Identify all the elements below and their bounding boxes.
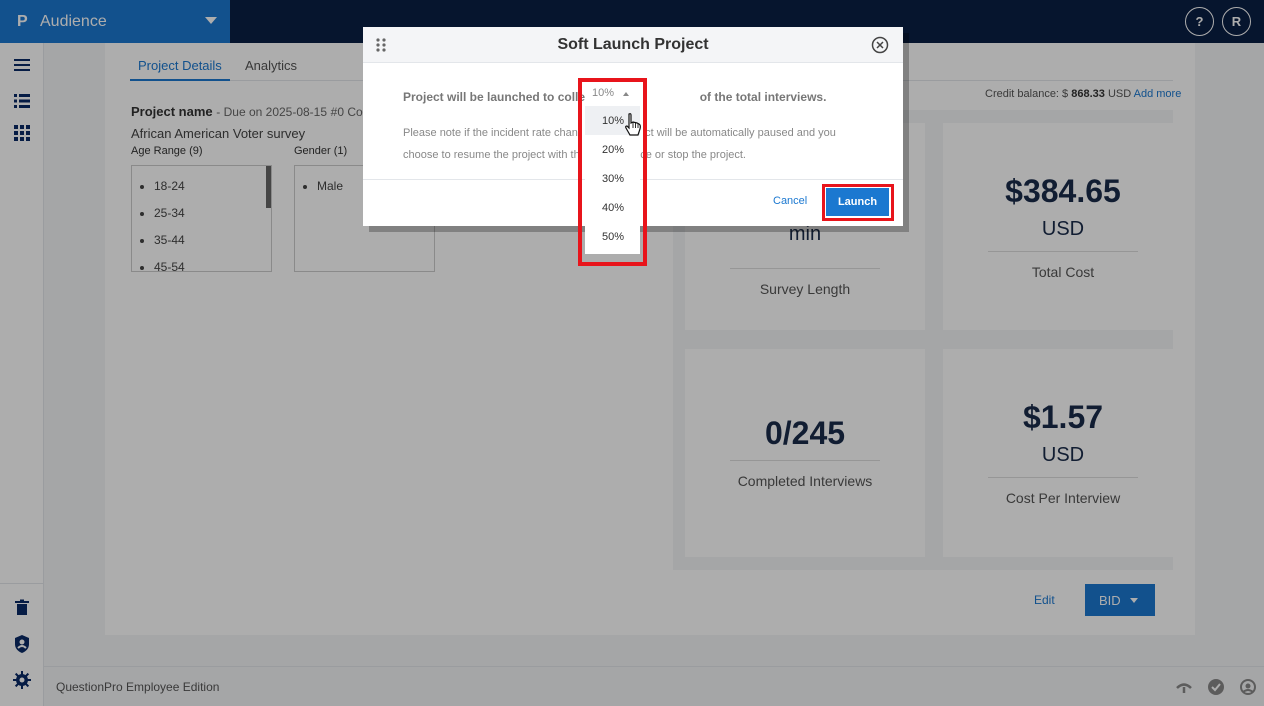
cancel-button[interactable]: Cancel [773,195,807,207]
selected-value: 10% [592,87,615,99]
launch-description-end: of the total interviews. [699,90,827,104]
hand-pointer-icon [625,113,641,136]
dialog-title: Soft Launch Project [557,36,709,53]
launch-description-start: Project will be launched to collec [403,90,592,104]
dialog-header: Soft Launch Project [363,27,903,63]
percentage-select[interactable]: 10% [585,84,640,104]
option-40[interactable]: 40% [585,193,640,222]
launch-button-highlight [822,184,894,221]
close-icon[interactable] [871,36,889,54]
option-50[interactable]: 50% [585,222,640,251]
option-20[interactable]: 20% [585,135,640,164]
option-30[interactable]: 30% [585,164,640,193]
chevron-up-icon [623,92,629,96]
